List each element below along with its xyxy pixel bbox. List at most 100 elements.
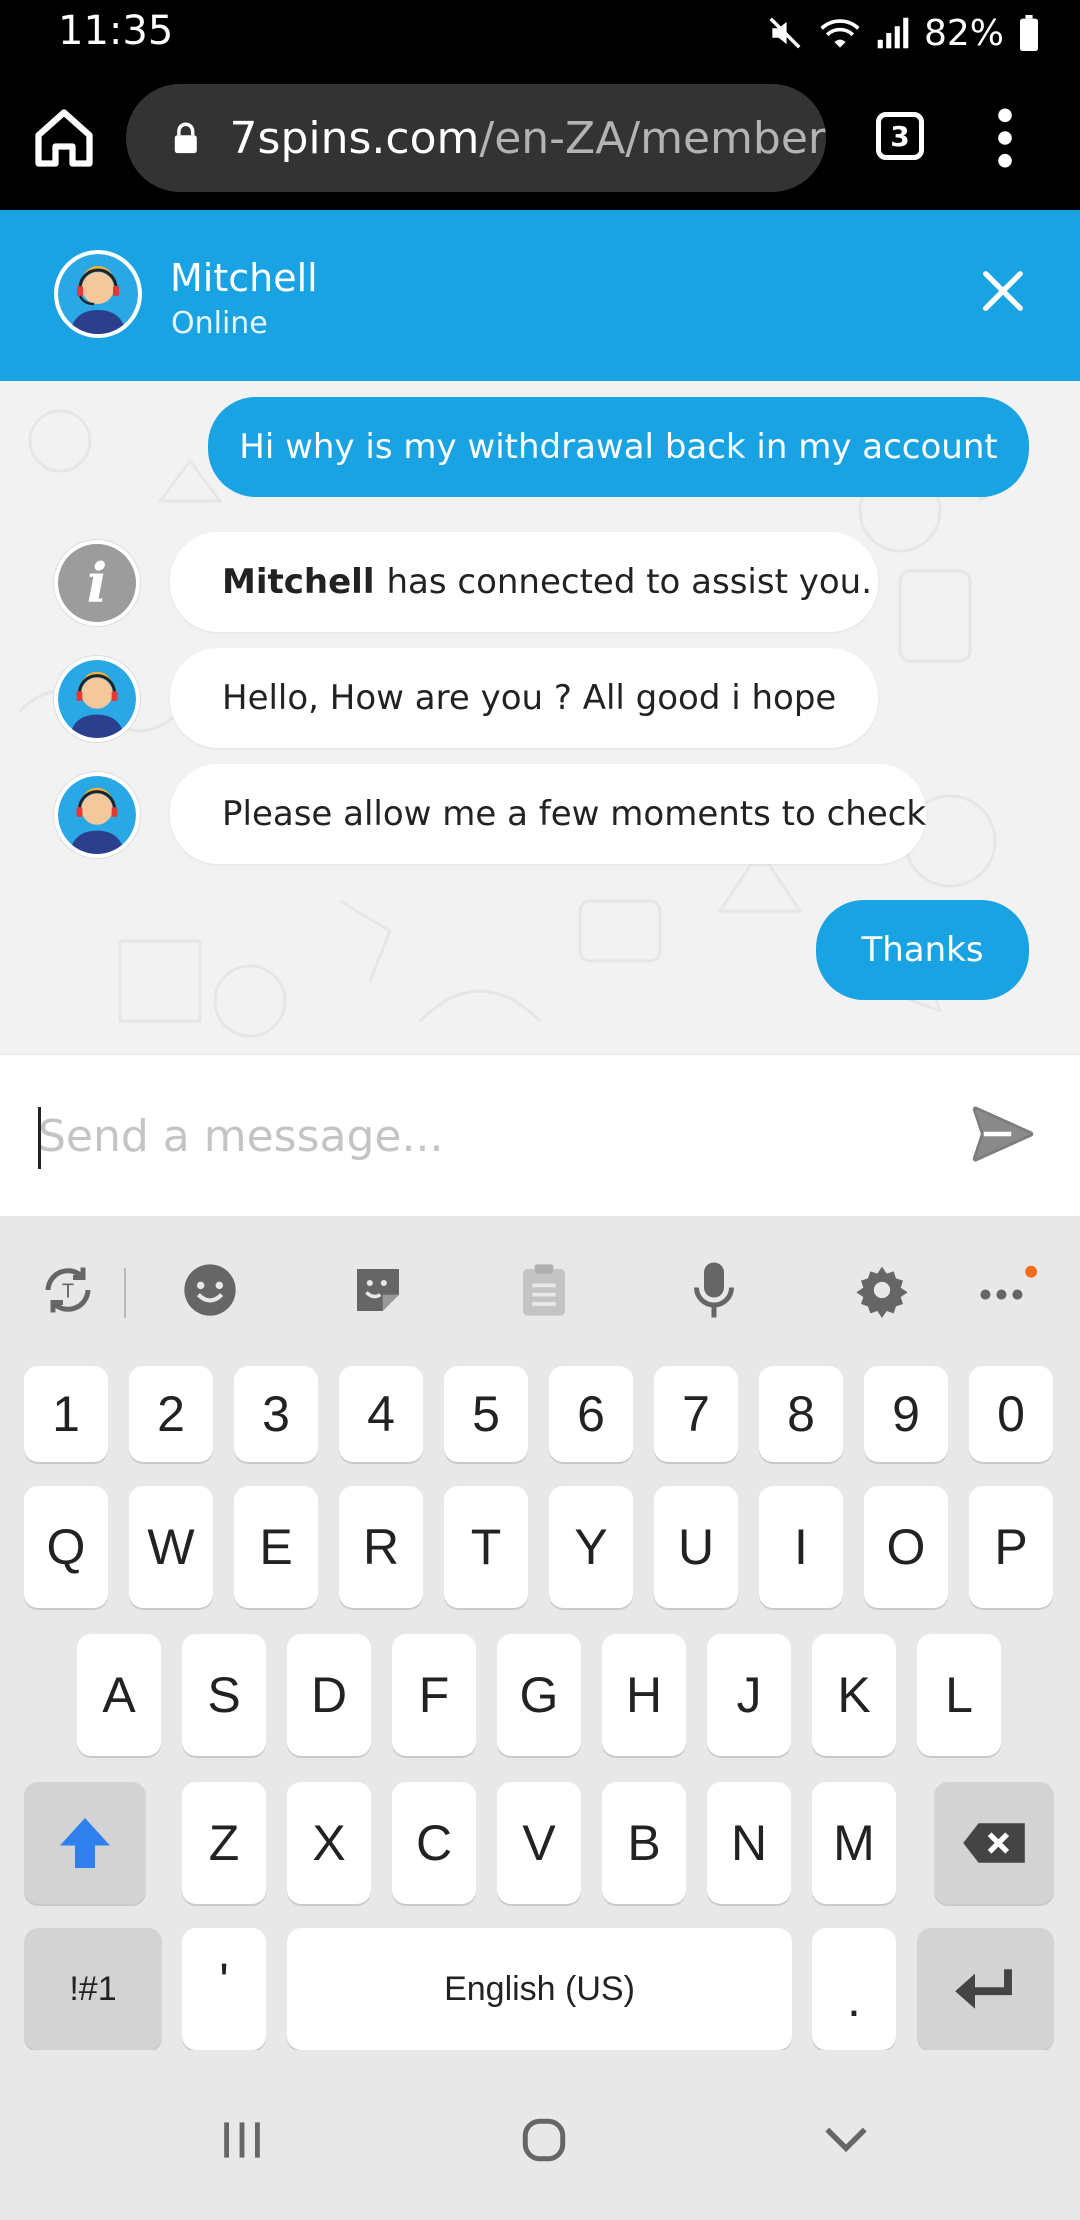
emoji-icon [184, 1264, 236, 1316]
key-j[interactable]: J [707, 1634, 791, 1756]
symbols-key[interactable]: !#1 [24, 1928, 162, 2050]
key-1[interactable]: 1 [24, 1366, 108, 1462]
key-h[interactable]: H [602, 1634, 686, 1756]
send-button[interactable] [968, 1101, 1038, 1167]
key-m[interactable]: M [812, 1782, 896, 1904]
key-d[interactable]: D [287, 1634, 371, 1756]
key-4[interactable]: 4 [339, 1366, 423, 1462]
backspace-key[interactable] [934, 1782, 1054, 1904]
clipboard-icon [523, 1264, 565, 1316]
clipboard-button[interactable] [512, 1258, 576, 1322]
keyboard-settings-button[interactable] [850, 1258, 914, 1322]
key-3[interactable]: 3 [234, 1366, 318, 1462]
message-text: Hello, How are you ? All good i hope [222, 678, 837, 718]
message-text: has connected to assist you. [386, 562, 872, 602]
more-horiz-icon [980, 1265, 1038, 1300]
address-bar[interactable]: 7spins.com/en-ZA/member [126, 84, 826, 192]
key-2[interactable]: 2 [129, 1366, 213, 1462]
chat-header: Mitchell Online [0, 210, 1080, 381]
signal-icon [876, 16, 910, 50]
period-key[interactable]: . [812, 1928, 896, 2050]
wifi-icon [818, 14, 862, 52]
agent-message: Please allow me a few moments to check [170, 764, 926, 864]
battery-percentage: 82% [923, 12, 1004, 54]
mute-icon [766, 14, 804, 52]
key-f[interactable]: F [392, 1634, 476, 1756]
message-bold-name: Mitchell [222, 562, 375, 602]
message-text: Please allow me a few moments to check [222, 794, 927, 834]
key-r[interactable]: R [339, 1486, 423, 1608]
browser-menu-button[interactable] [990, 104, 1020, 172]
more-options-button[interactable] [974, 1258, 1038, 1322]
on-screen-keyboard: T 1 2 3 4 5 6 7 8 9 0 Q W E R T Y U I O [0, 1216, 1080, 2050]
agent-avatar-small [54, 656, 140, 742]
translate-button[interactable]: T [36, 1258, 100, 1322]
agent-avatar-small [54, 772, 140, 858]
key-x[interactable]: X [287, 1782, 371, 1904]
key-5[interactable]: 5 [444, 1366, 528, 1462]
home-nav-button[interactable] [504, 2110, 584, 2170]
info-icon: i [54, 540, 140, 626]
key-a[interactable]: A [77, 1634, 161, 1756]
tab-count: 3 [890, 119, 910, 153]
recent-apps-button[interactable] [202, 2110, 282, 2170]
key-o[interactable]: O [864, 1486, 948, 1608]
close-icon [983, 271, 1023, 311]
key-w[interactable]: W [129, 1486, 213, 1608]
key-e[interactable]: E [234, 1486, 318, 1608]
agent-message: Hello, How are you ? All good i hope [170, 648, 878, 748]
key-b[interactable]: B [602, 1782, 686, 1904]
message-text: Thanks [861, 930, 984, 970]
agent-avatar-icon [58, 254, 138, 334]
key-7[interactable]: 7 [654, 1366, 738, 1462]
key-k[interactable]: K [812, 1634, 896, 1756]
sticker-button[interactable] [346, 1258, 410, 1322]
chat-messages: Hi why is my withdrawal back in my accou… [0, 381, 1080, 1054]
battery-icon [1018, 15, 1040, 51]
key-s[interactable]: S [182, 1634, 266, 1756]
more-vert-icon [998, 108, 1012, 168]
key-z[interactable]: Z [182, 1782, 266, 1904]
key-c[interactable]: C [392, 1782, 476, 1904]
key-v[interactable]: V [497, 1782, 581, 1904]
home-icon [35, 109, 93, 167]
key-q[interactable]: Q [24, 1486, 108, 1608]
tab-switcher-button[interactable]: 3 [876, 112, 924, 160]
home-button[interactable] [30, 104, 98, 172]
agent-avatar-icon [58, 660, 136, 738]
system-message: Mitchell has connected to assist you. [170, 532, 878, 632]
emoji-button[interactable] [178, 1258, 242, 1322]
close-chat-button[interactable] [980, 268, 1026, 314]
key-0[interactable]: 0 [969, 1366, 1053, 1462]
space-key[interactable]: English (US) [287, 1928, 792, 2050]
shift-key[interactable] [24, 1782, 146, 1904]
url-text: 7spins.com/en-ZA/member [230, 113, 826, 164]
key-y[interactable]: Y [549, 1486, 633, 1608]
key-l[interactable]: L [917, 1634, 1001, 1756]
send-icon [972, 1106, 1034, 1162]
user-message: Hi why is my withdrawal back in my accou… [208, 397, 1029, 497]
key-8[interactable]: 8 [759, 1366, 843, 1462]
key-i[interactable]: I [759, 1486, 843, 1608]
key-g[interactable]: G [497, 1634, 581, 1756]
status-icons: 82% [766, 10, 1040, 56]
key-p[interactable]: P [969, 1486, 1053, 1608]
message-input[interactable] [36, 1099, 916, 1173]
keyboard-toolbar: T [0, 1216, 1080, 1366]
message-text: Hi why is my withdrawal back in my accou… [239, 427, 998, 467]
enter-key[interactable] [917, 1928, 1054, 2050]
agent-name: Mitchell [170, 256, 318, 300]
sticker-icon [357, 1269, 399, 1311]
key-9[interactable]: 9 [864, 1366, 948, 1462]
key-u[interactable]: U [654, 1486, 738, 1608]
apostrophe-key[interactable]: ' [182, 1928, 266, 2050]
user-message: Thanks [816, 900, 1029, 1000]
hide-keyboard-button[interactable] [806, 2110, 886, 2170]
text-cursor [38, 1107, 41, 1169]
key-6[interactable]: 6 [549, 1366, 633, 1462]
key-n[interactable]: N [707, 1782, 791, 1904]
key-t[interactable]: T [444, 1486, 528, 1608]
translate-icon: T [45, 1267, 91, 1313]
agent-status: Online [171, 306, 268, 341]
voice-input-button[interactable] [682, 1258, 746, 1322]
